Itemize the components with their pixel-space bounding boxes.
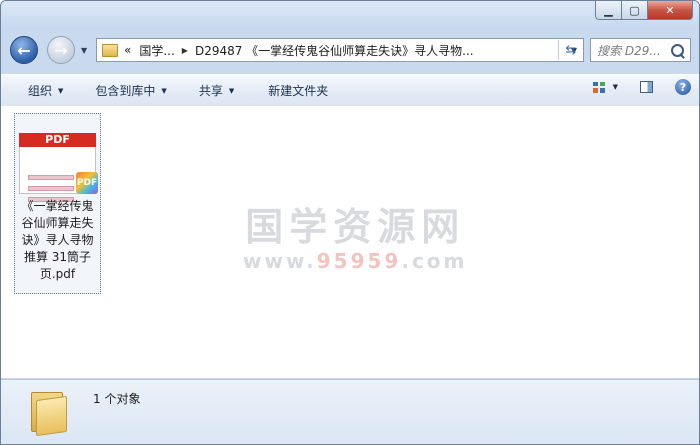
minimize-button[interactable]: ▁ bbox=[595, 1, 622, 20]
details-pane: 1 个对象 bbox=[1, 379, 699, 444]
breadcrumb-overflow[interactable]: « bbox=[124, 43, 131, 57]
pdf-label: PDF bbox=[19, 133, 96, 147]
recent-pages-dropdown[interactable]: ▼ bbox=[81, 46, 87, 55]
arrow-left-icon: ← bbox=[17, 40, 31, 60]
watermark-title: 国学资源网 bbox=[245, 205, 466, 249]
command-bar: 组织 ▼ 包含到库中 ▼ 共享 ▼ 新建文件夹 ▼ ? bbox=[1, 74, 699, 107]
arrow-right-icon: → bbox=[54, 40, 68, 60]
pdf-icon: PDF bbox=[76, 172, 98, 194]
file-list-pane[interactable]: 国学资源网 www.95959.com PDF PDF 《一掌经传鬼谷仙师算走失… bbox=[1, 106, 699, 378]
chevron-down-icon: ▼ bbox=[228, 86, 235, 95]
new-folder-button[interactable]: 新建文件夹 bbox=[248, 82, 342, 99]
address-bar[interactable]: « 国学... ▶ D29487 《一掌经传鬼谷仙师算走失诀》寻人寻物... ▼ bbox=[96, 38, 584, 62]
chevron-down-icon: ▼ bbox=[58, 86, 64, 95]
navigation-bar: ← → ▼ « 国学... ▶ D29487 《一掌经传鬼谷仙师算走失诀》寻人寻… bbox=[1, 31, 699, 71]
maximize-button[interactable]: ▢ bbox=[621, 1, 648, 20]
item-count: 1 个对象 bbox=[93, 392, 141, 406]
refresh-button[interactable]: ⇆ bbox=[558, 40, 583, 60]
share-menu[interactable]: 共享 ▼ bbox=[181, 82, 248, 99]
search-input[interactable]: 搜索 D29... bbox=[597, 42, 669, 59]
chevron-right-icon[interactable]: ▶ bbox=[182, 46, 188, 55]
organize-label: 组织 bbox=[28, 84, 53, 98]
share-label: 共享 bbox=[198, 84, 223, 98]
toolbar-right-group: ▼ ? bbox=[592, 79, 691, 95]
change-view-icon[interactable] bbox=[592, 81, 605, 93]
view-options-dropdown[interactable]: ▼ bbox=[613, 83, 618, 91]
explorer-window: ▁ ▢ ✕ ← → ▼ « 国学... ▶ D29487 《一掌经传鬼谷仙师算走… bbox=[0, 0, 700, 445]
file-item[interactable]: PDF PDF 《一掌经传鬼谷仙师算走失诀》寻人寻物推算 31筒子页.pdf bbox=[14, 113, 101, 294]
breadcrumb-item-guoxue[interactable]: 国学... bbox=[139, 42, 174, 59]
close-button[interactable]: ✕ bbox=[647, 1, 693, 20]
caption-buttons: ▁ ▢ ✕ bbox=[595, 1, 693, 20]
include-in-library-label: 包含到库中 bbox=[95, 84, 156, 98]
file-name[interactable]: 《一掌经传鬼谷仙师算走失诀》寻人寻物推算 31筒子页.pdf bbox=[17, 198, 98, 283]
title-bar: ▁ ▢ ✕ bbox=[1, 1, 699, 29]
breadcrumb-item-current[interactable]: D29487 《一掌经传鬼谷仙师算走失诀》寻人寻物... bbox=[195, 42, 474, 59]
watermark: 国学资源网 www.95959.com bbox=[243, 196, 467, 273]
chevron-down-icon: ▼ bbox=[161, 86, 167, 95]
back-button[interactable]: ← bbox=[10, 36, 38, 64]
folder-icon bbox=[31, 388, 67, 437]
folder-icon bbox=[102, 43, 118, 57]
refresh-icon: ⇆ bbox=[565, 42, 577, 58]
help-icon[interactable]: ? bbox=[675, 79, 691, 95]
include-in-library-menu[interactable]: 包含到库中 ▼ bbox=[77, 82, 180, 99]
watermark-url: www.95959.com bbox=[243, 249, 468, 273]
search-icon[interactable] bbox=[671, 43, 684, 57]
new-folder-label: 新建文件夹 bbox=[268, 84, 329, 98]
forward-button[interactable]: → bbox=[47, 36, 75, 64]
search-box[interactable]: 搜索 D29... bbox=[590, 38, 691, 62]
preview-pane-icon[interactable] bbox=[640, 81, 653, 93]
organize-menu[interactable]: 组织 ▼ bbox=[1, 82, 77, 99]
